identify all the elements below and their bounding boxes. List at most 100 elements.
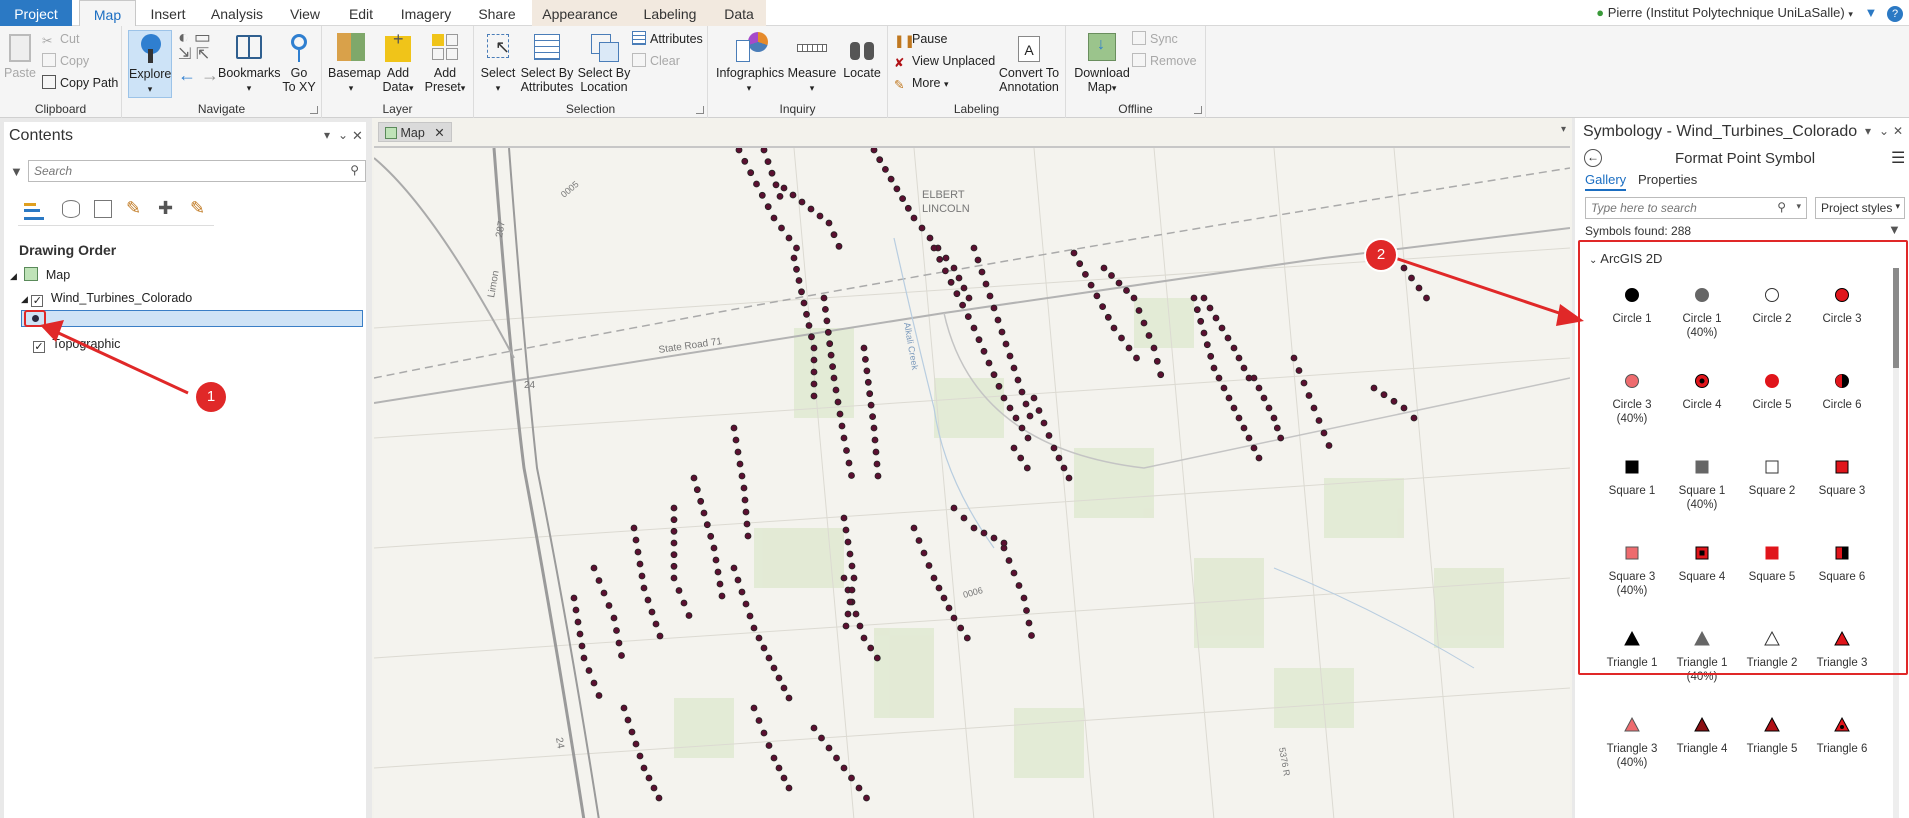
turbine-point[interactable] bbox=[746, 612, 754, 620]
turbine-point[interactable] bbox=[950, 614, 958, 622]
turbine-point[interactable] bbox=[755, 717, 763, 724]
turbine-point[interactable] bbox=[580, 654, 588, 662]
turbine-point[interactable] bbox=[1100, 264, 1108, 272]
tab-gallery[interactable]: Gallery bbox=[1585, 172, 1627, 191]
turbine-point[interactable] bbox=[1040, 419, 1048, 427]
copy-path-button[interactable]: Copy Path bbox=[42, 74, 118, 92]
styles-dropdown[interactable]: Project styles ▾ bbox=[1815, 197, 1905, 219]
turbine-point[interactable] bbox=[1270, 414, 1278, 422]
turbine-point[interactable] bbox=[930, 574, 938, 582]
turbine-point[interactable] bbox=[950, 264, 958, 272]
turbine-point[interactable] bbox=[1024, 434, 1032, 442]
turbine-point[interactable] bbox=[1082, 271, 1089, 278]
turbine-point[interactable] bbox=[634, 548, 642, 556]
selection-launcher-icon[interactable] bbox=[696, 106, 704, 114]
turbine-point[interactable] bbox=[893, 185, 901, 193]
turbine-point[interactable] bbox=[1310, 404, 1318, 412]
chevron-down-icon[interactable]: ▾ bbox=[1561, 124, 1566, 135]
tab-insert[interactable]: Insert bbox=[145, 0, 191, 26]
measure-button[interactable]: Measure ▾ bbox=[786, 30, 838, 95]
turbine-point[interactable] bbox=[640, 764, 648, 772]
more-button[interactable]: ✎ More ▾ bbox=[894, 74, 949, 93]
turbine-point[interactable] bbox=[703, 521, 711, 529]
turbine-point[interactable] bbox=[1017, 454, 1025, 462]
turbine-point[interactable] bbox=[574, 618, 582, 626]
turbine-point[interactable] bbox=[776, 193, 784, 200]
turbine-point[interactable] bbox=[605, 602, 613, 609]
turbine-point[interactable] bbox=[852, 610, 860, 618]
turbine-point[interactable] bbox=[768, 169, 776, 177]
turbine-point[interactable] bbox=[982, 280, 990, 288]
symbol-item[interactable]: Circle 6 bbox=[1807, 364, 1877, 412]
turbine-point[interactable] bbox=[585, 667, 593, 674]
scrollbar[interactable] bbox=[1893, 268, 1899, 818]
turbine-point[interactable] bbox=[830, 231, 838, 239]
turbine-point[interactable] bbox=[1026, 412, 1034, 420]
turbine-point[interactable] bbox=[810, 356, 818, 364]
turbine-point[interactable] bbox=[648, 608, 656, 616]
turbine-point[interactable] bbox=[775, 764, 783, 772]
turbine-point[interactable] bbox=[742, 508, 750, 516]
turbine-point[interactable] bbox=[1220, 384, 1228, 392]
tab-view[interactable]: View bbox=[285, 0, 325, 26]
turbine-point[interactable] bbox=[807, 205, 815, 213]
turbine-point[interactable] bbox=[1050, 444, 1058, 452]
turbine-point[interactable] bbox=[810, 380, 818, 388]
download-map-button[interactable]: ↓ Download Map▾ bbox=[1072, 30, 1132, 95]
convert-to-annotation-button[interactable]: A Convert To Annotation bbox=[996, 30, 1062, 94]
turbine-point[interactable] bbox=[640, 584, 648, 592]
turbine-point[interactable] bbox=[808, 333, 815, 341]
turbine-point[interactable] bbox=[613, 627, 620, 634]
turbine-point[interactable] bbox=[830, 374, 838, 382]
turbine-point[interactable] bbox=[957, 624, 965, 632]
close-icon[interactable]: ✕ bbox=[434, 126, 444, 140]
turbine-point[interactable] bbox=[810, 368, 818, 376]
turbine-point[interactable] bbox=[1218, 324, 1226, 332]
turbine-point[interactable] bbox=[936, 256, 944, 263]
view-unplaced-button[interactable]: ✘ View Unplaced bbox=[894, 52, 995, 70]
turbine-point[interactable] bbox=[848, 562, 856, 570]
turbine-point[interactable] bbox=[1006, 404, 1014, 412]
turbine-point[interactable] bbox=[610, 614, 618, 622]
turbine-point[interactable] bbox=[848, 774, 855, 782]
turbine-point[interactable] bbox=[770, 664, 778, 672]
turbine-point[interactable] bbox=[823, 317, 831, 325]
turbine-point[interactable] bbox=[990, 371, 998, 379]
turbine-point[interactable] bbox=[638, 572, 646, 580]
turbine-point[interactable] bbox=[770, 754, 778, 762]
sync-button[interactable]: Sync bbox=[1132, 30, 1178, 48]
turbine-point[interactable] bbox=[942, 267, 949, 275]
turbine-point[interactable] bbox=[740, 484, 748, 492]
turbine-point[interactable] bbox=[1277, 434, 1285, 442]
turbine-point[interactable] bbox=[840, 434, 848, 442]
turbine-point[interactable] bbox=[955, 274, 963, 282]
turbine-point[interactable] bbox=[970, 244, 978, 252]
turbine-point[interactable] bbox=[848, 586, 856, 594]
turbine-point[interactable] bbox=[1206, 304, 1214, 312]
turbine-point[interactable] bbox=[1207, 352, 1215, 360]
tree-layer-topographic[interactable]: ✓ Topographic bbox=[33, 337, 120, 353]
turbine-point[interactable] bbox=[778, 224, 785, 232]
turbine-point[interactable] bbox=[1235, 354, 1243, 362]
turbine-point[interactable] bbox=[656, 632, 664, 640]
turbine-point[interactable] bbox=[1145, 332, 1153, 339]
goto-xy-button[interactable]: Go To XY bbox=[280, 30, 318, 94]
turbine-point[interactable] bbox=[1099, 303, 1106, 311]
turbine-point[interactable] bbox=[750, 704, 758, 712]
turbine-point[interactable] bbox=[636, 560, 644, 568]
turbine-point[interactable] bbox=[1225, 394, 1233, 402]
turbine-point[interactable] bbox=[1153, 357, 1161, 365]
turbine-point[interactable] bbox=[590, 564, 598, 572]
turbine-point[interactable] bbox=[1060, 464, 1068, 472]
turbine-point[interactable] bbox=[655, 794, 663, 802]
data-source-icon[interactable] bbox=[62, 200, 80, 218]
select-by-location-button[interactable]: Select By Location bbox=[576, 30, 632, 94]
turbine-point[interactable] bbox=[980, 529, 988, 537]
turbine-point[interactable] bbox=[670, 504, 678, 512]
turbine-point[interactable] bbox=[1010, 569, 1018, 577]
turbine-point[interactable] bbox=[707, 532, 715, 540]
symbol-item[interactable]: Circle 1 (40%) bbox=[1667, 278, 1737, 340]
turbine-point[interactable] bbox=[836, 410, 844, 418]
turbine-point[interactable] bbox=[1104, 313, 1112, 321]
turbine-point[interactable] bbox=[632, 536, 640, 544]
